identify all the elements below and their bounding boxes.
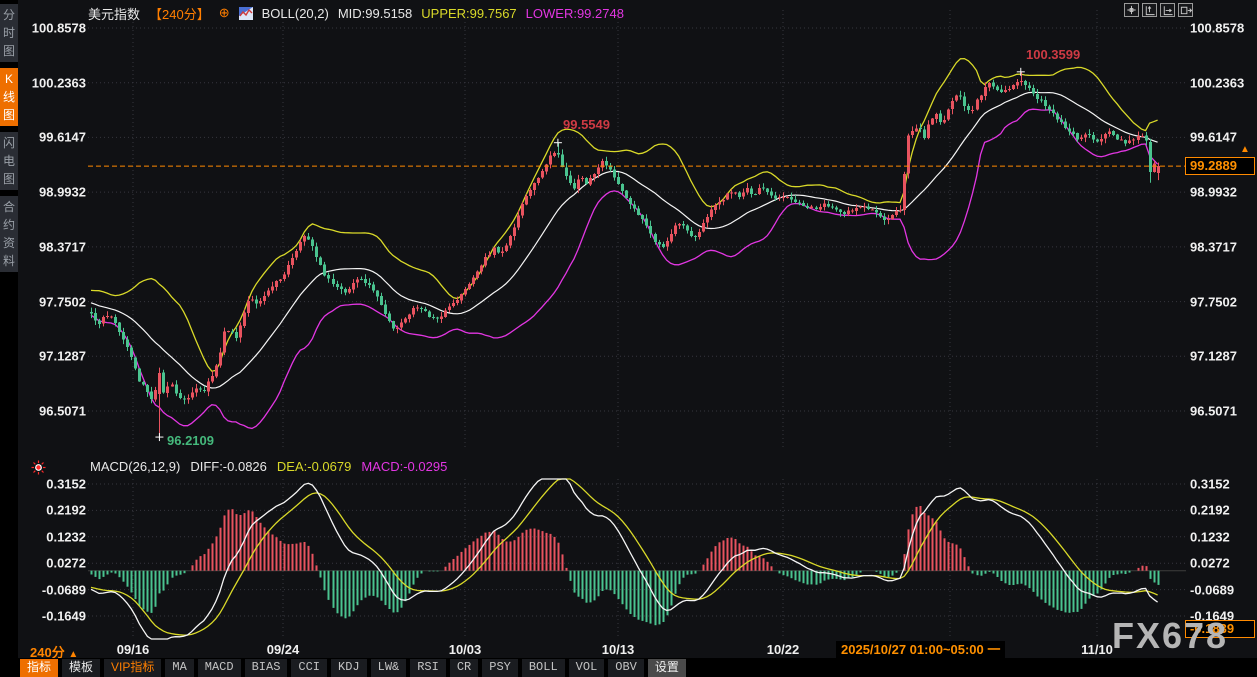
price-axis-label-right: 98.3717 [1190, 239, 1237, 255]
x-axis-label: 10/22 [766, 642, 800, 657]
swing-high-label: 99.5549 [563, 117, 610, 132]
toolbar-button-KDJ[interactable]: KDJ [331, 658, 367, 677]
toolbar-button-设置[interactable]: 设置 [647, 658, 686, 677]
toolbar-button-指标[interactable]: 指标 [20, 658, 59, 677]
chart-header: 美元指数 【240分】 ⊕ BOLL(20,2) MID:99.5158 UPP… [88, 4, 624, 22]
pan-icon[interactable] [1124, 3, 1139, 17]
toolbar-button-CCI[interactable]: CCI [291, 658, 328, 677]
price-axis-label-left: 98.9932 [39, 184, 86, 200]
macd-header: MACD(26,12,9) DIFF:-0.0826 DEA:-0.0679 M… [90, 459, 447, 474]
boll-label: BOLL(20,2) [261, 5, 329, 21]
swing-low-label: 96.2109 [167, 433, 214, 448]
kline-icon [238, 6, 253, 20]
price-axis-label-left: 98.3717 [39, 239, 86, 255]
price-up-arrow-icon: ▲ [1240, 144, 1250, 155]
toolbar-button-LW&[interactable]: LW& [370, 658, 407, 677]
alert-icon [31, 460, 46, 480]
macd-axis-label-left: 0.0272 [46, 555, 86, 571]
expand-icon[interactable]: ⊕ [219, 5, 230, 21]
toolbar-button-RSI[interactable]: RSI [410, 658, 446, 677]
macd-axis-label-right: 0.0272 [1190, 555, 1230, 571]
chart-tool-buttons [1124, 3, 1193, 17]
kline-chart-window: 分时图 K线图闪电图合约资料 美元指数 【240分】 ⊕ BOLL(20,2) M… [0, 0, 1257, 677]
x-axis-label: 10/03 [448, 642, 482, 657]
price-axis-label-left: 96.5071 [39, 403, 86, 419]
price-axis-label-right: 97.1287 [1190, 348, 1237, 364]
boll-upper-value: UPPER:99.7567 [421, 5, 517, 21]
price-axis-label-right: 100.8578 [1190, 20, 1245, 36]
macd-axis-label-left: -0.1649 [41, 608, 86, 624]
price-axis-label-right: 97.7502 [1190, 294, 1237, 310]
macd-axis-label-left: 0.1232 [46, 529, 86, 545]
indicator-toolbar: 指标 模板 VIP指标 MA MACD BIAS CCI KDJ LW& RSI CR PSY BOLL… [18, 658, 1257, 677]
hover-timestamp: 2025/10/27 01:00~05:00 一 [836, 641, 1006, 658]
toolbar-button-CR[interactable]: CR [449, 658, 479, 677]
price-axis-label-right: 98.9932 [1190, 184, 1237, 200]
toolbar-button-MACD[interactable]: MACD [197, 658, 241, 677]
macd-axis-label-right: 0.1232 [1190, 529, 1230, 545]
macd-diff-value: DIFF:-0.0826 [190, 459, 267, 474]
toolbar-button-VIP指标[interactable]: VIP指标 [104, 658, 162, 677]
pan-right-icon[interactable] [1178, 3, 1193, 17]
sidebar-tab-lightning-chart[interactable]: 闪电图 [0, 132, 18, 190]
price-axis-label-left: 97.7502 [39, 294, 86, 310]
price-axis-label-left: 100.2363 [31, 75, 86, 91]
price-axis-label-right: 100.2363 [1190, 75, 1245, 91]
macd-params-label: MACD(26,12,9) [90, 459, 181, 474]
x-axis-label: 09/24 [266, 642, 300, 657]
toolbar-button-BOLL[interactable]: BOLL [521, 658, 565, 677]
macd-axis-label-right: 0.3152 [1190, 476, 1230, 492]
peak-high-label: 100.3599 [1026, 47, 1081, 62]
toolbar-button-模板[interactable]: 模板 [62, 658, 101, 677]
price-axis-label-right: 99.6147 [1190, 129, 1237, 145]
price-axis-label-left: 100.8578 [31, 20, 86, 36]
macd-axis-label-left: 0.2192 [46, 502, 86, 518]
macd-axis-label-right: 0.2192 [1190, 502, 1230, 518]
x-axis-label: 10/13 [601, 642, 635, 657]
chart-mode-sidebar: 分时图 K线图闪电图合约资料 [0, 0, 18, 677]
zoom-horizontal-icon[interactable] [1160, 3, 1175, 17]
boll-mid-value: MID:99.5158 [337, 5, 413, 21]
toolbar-button-OBV[interactable]: OBV [608, 658, 644, 677]
site-watermark: FX678 [1112, 615, 1229, 656]
zoom-vertical-icon[interactable] [1142, 3, 1157, 17]
toolbar-button-VOL[interactable]: VOL [568, 658, 605, 677]
price-axis-label-right: 96.5071 [1190, 403, 1237, 419]
last-price-box: 99.2889 [1185, 157, 1255, 175]
chart-canvas[interactable] [0, 0, 1257, 677]
sidebar-tab-contract-info[interactable]: 合约资料 [0, 196, 18, 272]
interval-label: 【240分】 [149, 6, 210, 22]
macd-axis-label-left: -0.0689 [41, 582, 86, 598]
macd-axis-label-right: -0.0689 [1190, 582, 1235, 598]
toolbar-button-MA[interactable]: MA [165, 658, 194, 677]
price-axis-label-left: 97.1287 [39, 348, 86, 364]
macd-dea-value: DEA:-0.0679 [276, 459, 352, 474]
price-axis-label-left: 99.6147 [39, 129, 86, 145]
toolbar-button-BIAS[interactable]: BIAS [244, 658, 288, 677]
x-axis-label: 09/16 [116, 642, 150, 657]
boll-lower-value: LOWER:99.2748 [525, 5, 624, 21]
macd-value: MACD:-0.0295 [361, 459, 448, 474]
sidebar-tab-time-share-chart[interactable]: 分时图 [0, 4, 18, 62]
toolbar-button-PSY[interactable]: PSY [482, 658, 518, 677]
sidebar-tab-kline-chart[interactable]: K线图 [0, 68, 18, 126]
instrument-name: 美元指数 [88, 6, 141, 22]
